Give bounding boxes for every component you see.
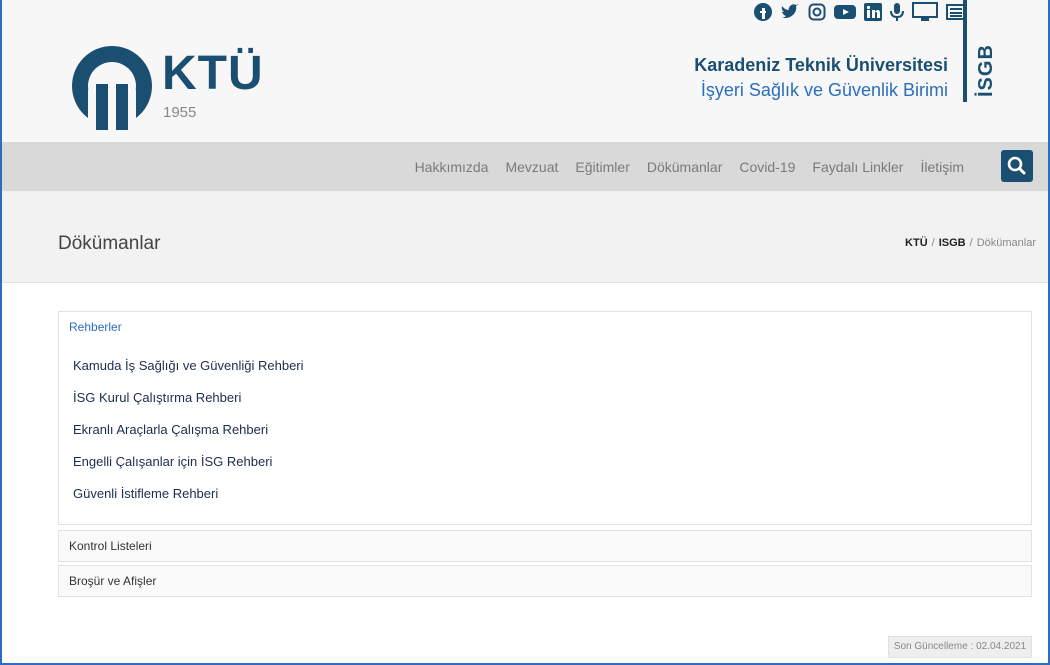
breadcrumb-separator: /	[969, 237, 973, 249]
rehberler-list: Kamuda İş Sağlığı ve Güvenliği Rehberi İ…	[73, 358, 304, 518]
page-header: Dökümanlar KTÜ / ISGB / Dökümanlar	[2, 191, 1048, 283]
ktu-logo[interactable]: KTÜ 1955	[70, 40, 270, 132]
breadcrumb-current: Dökümanlar	[976, 237, 1036, 249]
document-link[interactable]: Güvenli İstifleme Rehberi	[73, 486, 304, 518]
breadcrumb: KTÜ / ISGB / Dökümanlar	[905, 237, 1036, 249]
panel-rehberler-title[interactable]: Rehberler	[69, 320, 122, 334]
nav-menu: Hakkımızda Mevzuat Eğitimler Dökümanlar …	[415, 142, 964, 191]
site-header: KTÜ 1955 Karadeniz Teknik Üniversitesi İ…	[2, 0, 1048, 142]
unit-name[interactable]: İşyeri Sağlık ve Güvenlik Birimi	[694, 80, 948, 101]
podcast-icon[interactable]	[890, 2, 904, 26]
breadcrumb-ktu[interactable]: KTÜ	[905, 237, 928, 249]
nav-item-dokumanlar[interactable]: Dökümanlar	[647, 159, 722, 175]
nav-item-mevzuat[interactable]: Mevzuat	[505, 159, 558, 175]
instagram-icon[interactable]	[808, 3, 826, 25]
logo-text: KTÜ	[162, 47, 264, 100]
panel-brosur-afisler[interactable]: Broşür ve Afişler	[58, 565, 1032, 597]
facebook-icon[interactable]	[754, 3, 772, 25]
breadcrumb-separator: /	[931, 237, 935, 249]
nav-item-hakkimizda[interactable]: Hakkımızda	[415, 159, 489, 175]
isgb-text: İSGB	[975, 44, 997, 97]
document-link[interactable]: Engelli Çalışanlar için İSG Rehberi	[73, 454, 304, 486]
nav-item-faydali-linkler[interactable]: Faydalı Linkler	[812, 159, 903, 175]
panel-kontrol-listeleri-title[interactable]: Kontrol Listeleri	[69, 539, 152, 553]
panel-brosur-afisler-title[interactable]: Broşür ve Afişler	[69, 574, 156, 588]
panel-kontrol-listeleri[interactable]: Kontrol Listeleri	[58, 530, 1032, 562]
logo-year: 1955	[163, 104, 197, 121]
last-updated-badge: Son Güncelleme : 02.04.2021	[888, 636, 1032, 658]
linkedin-icon[interactable]	[864, 3, 882, 25]
youtube-icon[interactable]	[834, 4, 856, 24]
page-title: Dökümanlar	[58, 233, 161, 254]
social-links	[754, 2, 966, 26]
panel-rehberler: Rehberler Kamuda İş Sağlığı ve Güvenliği…	[58, 311, 1032, 525]
document-link[interactable]: Kamuda İş Sağlığı ve Güvenliği Rehberi	[73, 358, 304, 390]
ktu-emblem-icon	[72, 46, 152, 130]
twitter-icon[interactable]	[780, 3, 800, 25]
nav-item-covid[interactable]: Covid-19	[739, 159, 795, 175]
document-link[interactable]: Ekranlı Araçlarla Çalışma Rehberi	[73, 422, 304, 454]
isgb-label: İSGB	[965, 44, 1005, 101]
search-icon	[1007, 156, 1026, 175]
breadcrumb-isgb[interactable]: ISGB	[939, 237, 966, 249]
main-nav: Hakkımızda Mevzuat Eğitimler Dökümanlar …	[2, 142, 1048, 191]
nav-item-egitimler[interactable]: Eğitimler	[575, 159, 629, 175]
document-link[interactable]: İSG Kurul Çalıştırma Rehberi	[73, 390, 304, 422]
university-name[interactable]: Karadeniz Teknik Üniversitesi	[694, 55, 948, 76]
university-block: Karadeniz Teknik Üniversitesi İşyeri Sağ…	[694, 55, 948, 101]
search-button[interactable]	[1001, 150, 1033, 182]
desktop-icon[interactable]	[912, 2, 938, 26]
nav-item-iletisim[interactable]: İletişim	[920, 159, 964, 175]
